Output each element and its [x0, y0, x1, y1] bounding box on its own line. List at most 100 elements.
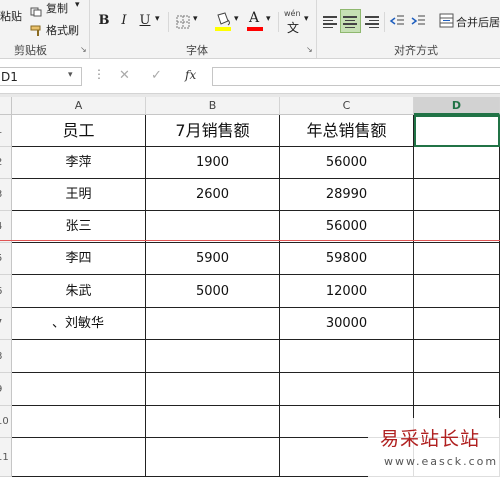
name-box-dropdown-icon[interactable]: ▾	[68, 70, 73, 80]
align-center-button[interactable]	[340, 9, 361, 33]
empty-cell[interactable]	[146, 373, 280, 406]
data-cell[interactable]: 张三	[12, 211, 146, 243]
empty-cell[interactable]	[414, 308, 500, 340]
font-launcher-icon[interactable]: ↘	[306, 45, 313, 54]
empty-cell[interactable]	[414, 147, 500, 179]
empty-cell[interactable]	[12, 340, 146, 373]
header-cell[interactable]: 7月销售额	[146, 115, 280, 147]
header-cell[interactable]: 年总销售额	[280, 115, 414, 147]
empty-cell[interactable]	[280, 373, 414, 406]
align-right-icon[interactable]	[365, 14, 381, 28]
data-cell[interactable]: 、刘敏华	[12, 308, 146, 340]
fill-color-dropdown-icon[interactable]: ▾	[234, 14, 239, 24]
empty-cell[interactable]	[414, 275, 500, 308]
row-header[interactable]: 9	[0, 373, 12, 406]
clipboard-group-label: 剪贴板	[14, 44, 47, 57]
row-header[interactable]: 2	[0, 147, 12, 179]
group-separator	[89, 0, 90, 58]
underline-button[interactable]: U	[136, 12, 154, 30]
copy-icon	[30, 2, 42, 17]
alignment-group-label: 对齐方式	[394, 44, 438, 57]
row-header[interactable]: 5	[0, 243, 12, 275]
data-cell[interactable]: 12000	[280, 275, 414, 308]
bold-button[interactable]: B	[95, 12, 113, 30]
empty-cell[interactable]	[12, 438, 146, 477]
data-cell[interactable]: 59800	[280, 243, 414, 275]
row-header[interactable]: 11	[0, 438, 12, 477]
copy-button[interactable]: 复制	[46, 0, 68, 16]
select-all-corner[interactable]	[0, 97, 12, 115]
border-icon[interactable]	[176, 14, 190, 29]
font-color-swatch	[247, 27, 263, 31]
phonetic-dropdown-icon[interactable]: ▾	[304, 14, 309, 24]
empty-cell[interactable]	[146, 406, 280, 438]
formula-bar-grip-icon: ⋮	[93, 67, 105, 81]
row-header[interactable]: 3	[0, 179, 12, 211]
data-cell[interactable]: 李萍	[12, 147, 146, 179]
underline-dropdown-icon[interactable]: ▾	[155, 14, 160, 24]
clipboard-launcher-icon[interactable]: ↘	[80, 45, 87, 54]
align-left-icon[interactable]	[323, 14, 339, 28]
data-cell[interactable]: 李四	[12, 243, 146, 275]
red-guideline	[0, 240, 500, 241]
paste-button[interactable]: 粘贴	[0, 8, 22, 24]
font-color-dropdown-icon[interactable]: ▾	[266, 14, 271, 24]
data-cell[interactable]: 30000	[280, 308, 414, 340]
row-header[interactable]: 8	[0, 340, 12, 373]
format-painter-button[interactable]: 格式刷	[46, 22, 79, 38]
empty-cell[interactable]	[414, 243, 500, 275]
selected-cell[interactable]	[414, 115, 500, 147]
empty-cell[interactable]	[12, 406, 146, 438]
data-cell[interactable]: 1900	[146, 147, 280, 179]
data-cell[interactable]	[146, 308, 280, 340]
italic-button[interactable]: I	[115, 12, 133, 30]
empty-cell[interactable]	[146, 438, 280, 477]
row-header[interactable]: 10	[0, 406, 12, 438]
formula-input[interactable]	[212, 67, 500, 86]
ribbon: 粘贴 复制 ▾ 格式刷 剪贴板 ↘ B I U ▾ ▾ ▾ A ▾ wén 文 …	[0, 0, 500, 59]
empty-cell[interactable]	[414, 179, 500, 211]
data-cell[interactable]: 2600	[146, 179, 280, 211]
row-header[interactable]: 7	[0, 308, 12, 340]
cancel-icon[interactable]: ✕	[119, 68, 130, 83]
align-center-icon	[343, 14, 359, 28]
merge-center-button[interactable]: 合并后居中	[456, 14, 500, 30]
data-cell[interactable]: 56000	[280, 211, 414, 243]
format-painter-icon	[30, 22, 44, 36]
copy-dropdown-icon[interactable]: ▾	[75, 0, 80, 10]
insert-function-icon[interactable]: fx	[185, 68, 196, 82]
font-group-label: 字体	[186, 44, 208, 57]
column-header-b[interactable]: B	[146, 97, 280, 115]
empty-cell[interactable]	[414, 211, 500, 243]
decrease-indent-icon[interactable]	[389, 13, 405, 29]
font-color-glyph: A	[249, 10, 260, 26]
empty-cell[interactable]	[146, 340, 280, 373]
merge-center-icon[interactable]	[439, 13, 454, 28]
formula-bar: D1 ▾ ⋮ ✕ ✓ fx	[0, 59, 500, 94]
font-color-icon[interactable]: A	[247, 10, 265, 33]
data-cell[interactable]: 5000	[146, 275, 280, 308]
group-separator	[316, 0, 317, 58]
row-header[interactable]: 6	[0, 275, 12, 308]
phonetic-char-icon: 文	[287, 21, 300, 35]
data-cell[interactable]	[146, 211, 280, 243]
empty-cell[interactable]	[414, 373, 500, 406]
empty-cell[interactable]	[280, 340, 414, 373]
empty-cell[interactable]	[414, 340, 500, 373]
header-cell[interactable]: 员工	[12, 115, 146, 147]
data-cell[interactable]: 王明	[12, 179, 146, 211]
data-cell[interactable]: 5900	[146, 243, 280, 275]
fill-color-icon[interactable]	[214, 11, 232, 33]
column-header-d[interactable]: D	[414, 97, 500, 115]
data-cell[interactable]: 朱武	[12, 275, 146, 308]
column-header-c[interactable]: C	[280, 97, 414, 115]
enter-icon[interactable]: ✓	[151, 68, 162, 83]
border-dropdown-icon[interactable]: ▾	[193, 14, 198, 24]
data-cell[interactable]: 56000	[280, 147, 414, 179]
row-header[interactable]: 1	[0, 115, 12, 147]
increase-indent-icon[interactable]	[410, 13, 426, 29]
empty-cell[interactable]	[12, 373, 146, 406]
row-header[interactable]: 4	[0, 211, 12, 243]
data-cell[interactable]: 28990	[280, 179, 414, 211]
column-header-a[interactable]: A	[12, 97, 146, 115]
